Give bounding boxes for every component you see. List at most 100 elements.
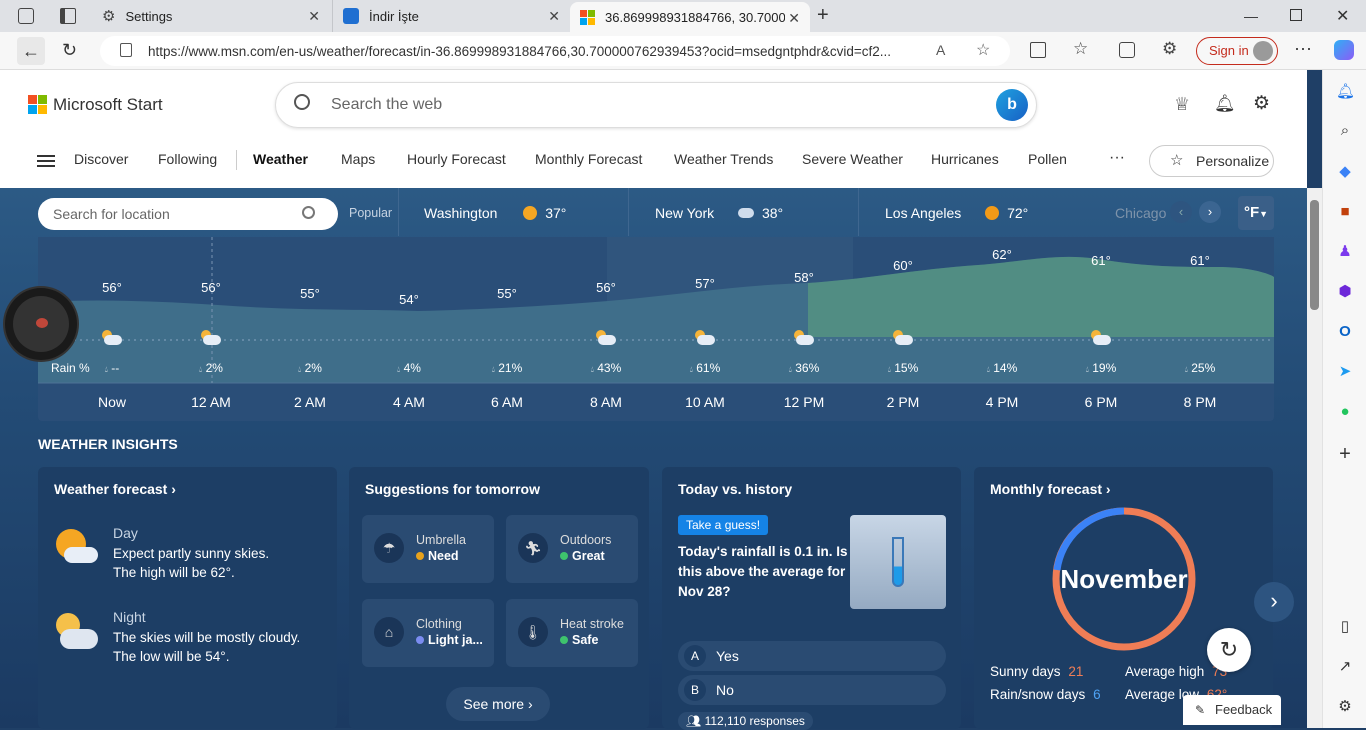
tab-actions-icon[interactable] (60, 8, 76, 24)
tab-indir[interactable]: İndir İşte ✕ (332, 0, 570, 32)
external-link-icon[interactable]: ↗ (1336, 658, 1354, 676)
nav-severe-weather[interactable]: Severe Weather (802, 151, 903, 167)
nav-hurricanes[interactable]: Hurricanes (931, 151, 999, 167)
hour-temp: 61° (1190, 253, 1210, 268)
city-new-york[interactable]: New York 38° (655, 205, 783, 221)
hour-temp: 55° (497, 286, 517, 301)
nav-divider (236, 150, 237, 170)
droplet-icon: 💧︎ (1184, 365, 1188, 374)
hour-label: 12 PM (783, 394, 825, 410)
new-tab-icon[interactable]: + (817, 4, 829, 27)
settings-more-icon[interactable]: ··· (1294, 38, 1312, 59)
rain-value: 19% (1092, 361, 1117, 375)
hour-temp: 57° (695, 276, 715, 291)
favorites-icon[interactable]: ☆ (1073, 39, 1088, 59)
split-screen-icon[interactable] (1030, 42, 1046, 58)
location-search-input[interactable]: Search for location (38, 198, 338, 230)
suggestion-umbrella[interactable]: ☂ Umbrella Need (362, 515, 494, 583)
audio-orb[interactable] (5, 288, 77, 360)
answer-no-button[interactable]: B No (678, 675, 946, 705)
bing-icon[interactable]: b (996, 89, 1028, 121)
page-settings-gear-icon[interactable]: ⚙ (1253, 92, 1270, 115)
brand-name[interactable]: Microsoft Start (53, 95, 163, 115)
notifications-bell-icon[interactable]: 🔔︎ (1214, 94, 1236, 114)
shopping-tag-icon[interactable]: ◆ (1336, 163, 1354, 181)
read-aloud-icon[interactable]: A (936, 42, 945, 58)
favorite-star-icon[interactable]: ☆ (976, 40, 990, 60)
history-question: Today's rainfall is 0.1 in. Is this abov… (678, 544, 848, 599)
nav-following[interactable]: Following (158, 151, 217, 167)
outlook-icon[interactable]: O (1336, 323, 1354, 341)
hour-rain-chance: 💧︎ -- (87, 361, 137, 375)
city-chicago[interactable]: Chicago (1115, 205, 1166, 221)
sidebar-toggle-icon[interactable]: ▯ (1336, 618, 1354, 636)
chevron-left-icon[interactable]: ‹ (1170, 201, 1192, 223)
nav-maps[interactable]: Maps (341, 151, 375, 167)
bell-icon[interactable]: 🔔︎ (1336, 83, 1355, 101)
forecast-card-title[interactable]: Weather forecast › (54, 481, 176, 497)
close-icon[interactable]: ✕ (788, 10, 800, 27)
droplet-icon: 💧︎ (1085, 365, 1089, 374)
microsoft365-icon[interactable]: ⬢ (1336, 283, 1354, 301)
games-icon[interactable]: ♟ (1336, 243, 1354, 261)
option-key: A (684, 645, 706, 667)
url-text: https://www.msn.com/en-us/weather/foreca… (148, 43, 891, 59)
send-icon[interactable]: ➤ (1336, 363, 1354, 381)
nav-hourly-forecast[interactable]: Hourly Forecast (407, 151, 506, 167)
feedback-button[interactable]: ✎ Feedback (1183, 695, 1281, 725)
back-icon[interactable]: ← (17, 37, 45, 65)
scrollbar-thumb[interactable] (1310, 200, 1319, 310)
suggestion-heat-stroke[interactable]: 🌡︎ Heat stroke Safe (506, 599, 638, 667)
hour-rain-chance: 💧︎ 19% (1076, 361, 1126, 375)
sign-in-button[interactable]: Sign in (1196, 37, 1278, 65)
partly-cloudy-icon (738, 208, 755, 218)
see-more-button[interactable]: See more › (446, 687, 550, 721)
nav-weather[interactable]: Weather (253, 151, 308, 167)
tab-msn-weather[interactable]: 36.869998931884766, 30.70000 ✕ (570, 2, 810, 32)
personalize-button[interactable]: ☆ Personalize (1149, 145, 1274, 177)
partly-cloudy-night-icon (594, 330, 618, 348)
refresh-circle-button[interactable]: ↻ (1207, 628, 1251, 672)
chevron-right-icon[interactable]: › (1199, 201, 1221, 223)
restore-icon[interactable] (1290, 9, 1302, 21)
close-icon[interactable]: ✕ (308, 8, 320, 25)
whatsapp-icon[interactable]: ● (1336, 403, 1354, 421)
toolbox-icon[interactable]: ■ (1336, 203, 1354, 221)
copilot-icon[interactable] (1334, 40, 1354, 60)
city-los-angeles[interactable]: Los Angeles 72° (885, 205, 1028, 221)
sidebar-settings-icon[interactable]: ⚙ (1336, 698, 1354, 716)
answer-yes-button[interactable]: A Yes (678, 641, 946, 671)
collections-icon[interactable] (1119, 42, 1135, 58)
nav-more-icon[interactable]: ··· (1109, 149, 1125, 167)
add-icon[interactable]: + (1336, 444, 1354, 464)
history-title: Today vs. history (678, 481, 793, 497)
nav-pollen[interactable]: Pollen (1028, 151, 1067, 167)
nav-monthly-forecast[interactable]: Monthly Forecast (535, 151, 642, 167)
page-scrollbar[interactable] (1307, 188, 1322, 728)
address-field[interactable]: https://www.msn.com/en-us/weather/foreca… (100, 36, 1010, 66)
tab-settings[interactable]: ⚙ Settings ✕ (90, 0, 330, 32)
extensions-icon[interactable]: ⚙ (1162, 39, 1177, 59)
city-washington[interactable]: Washington 37° (424, 205, 566, 221)
workspaces-icon[interactable] (18, 8, 34, 24)
rewards-icon[interactable]: ♕ (1174, 94, 1190, 115)
unit-selector[interactable]: °F▼ (1238, 196, 1274, 230)
hamburger-menu-icon[interactable] (37, 155, 55, 167)
minimize-icon[interactable]: — (1244, 8, 1258, 24)
close-window-icon[interactable]: ✕ (1336, 6, 1349, 26)
hour-temp: 58° (794, 270, 814, 285)
hour-rain-chance: 💧︎ 14% (977, 361, 1027, 375)
microsoft-logo[interactable] (28, 95, 47, 114)
refresh-icon[interactable]: ↻ (62, 40, 77, 61)
nav-weather-trends[interactable]: Weather Trends (674, 151, 773, 167)
search-icon[interactable]: ⌕ (1336, 122, 1354, 140)
suggestion-clothing[interactable]: ⌂ Clothing Light ja... (362, 599, 494, 667)
suggestion-outdoors[interactable]: 🏃︎ Outdoors Great (506, 515, 638, 583)
close-icon[interactable]: ✕ (548, 8, 560, 25)
tab-title: İndir İşte (369, 8, 419, 24)
nav-discover[interactable]: Discover (74, 151, 128, 167)
web-search-box[interactable]: Search the web b (275, 82, 1037, 128)
option-key: B (684, 679, 706, 701)
monthly-title[interactable]: Monthly forecast › (990, 481, 1111, 497)
carousel-next-button[interactable]: › (1254, 582, 1294, 622)
